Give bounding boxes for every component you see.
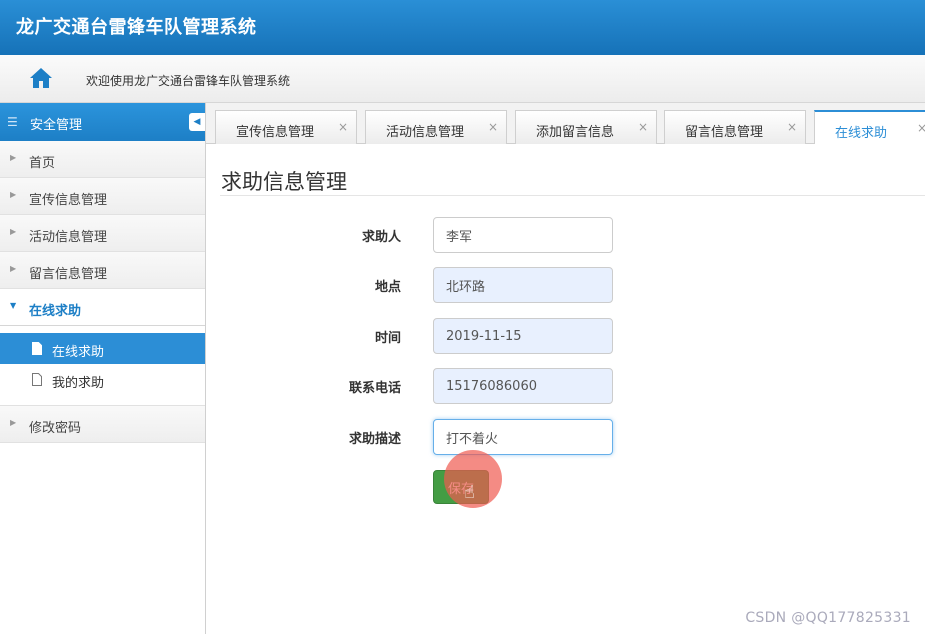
- subitem-label: 在线求助: [52, 345, 105, 360]
- sidebar-item-label: 首页: [29, 156, 56, 171]
- form-row-location: 地点: [206, 267, 925, 303]
- list-icon: ☰: [7, 115, 18, 129]
- description-field[interactable]: [433, 419, 613, 455]
- collapse-sidebar-icon[interactable]: ◀: [189, 113, 205, 131]
- field-label: 联系电话: [348, 381, 401, 396]
- document-icon: [32, 342, 42, 355]
- save-button[interactable]: 保存: [433, 470, 489, 504]
- tab-activities[interactable]: 活动信息管理 ×: [365, 110, 507, 144]
- top-header: 龙广交通台雷锋车队管理系统: [0, 0, 925, 55]
- requester-field[interactable]: [433, 217, 613, 253]
- tab-label: 添加留言信息: [536, 125, 615, 140]
- tab-add-message[interactable]: 添加留言信息 ×: [515, 110, 657, 144]
- close-icon[interactable]: ×: [338, 120, 348, 134]
- form-row-time: 时间: [206, 318, 925, 354]
- sidebar-item-online-help[interactable]: ▼ 在线求助: [0, 289, 205, 326]
- sidebar-header: ☰ 安全管理 ◀: [0, 103, 205, 141]
- tab-label: 宣传信息管理: [236, 125, 315, 140]
- form-row-phone: 联系电话: [206, 368, 925, 404]
- close-icon[interactable]: ×: [638, 120, 648, 134]
- online-help-submenu: 在线求助 我的求助: [0, 326, 205, 406]
- tab-label: 在线求助: [835, 126, 888, 141]
- phone-field[interactable]: [433, 368, 613, 404]
- tab-label: 留言信息管理: [685, 125, 764, 140]
- sidebar-header-label: 安全管理: [30, 118, 83, 133]
- subitem-online-help[interactable]: 在线求助: [0, 333, 205, 364]
- tab-bar: 宣传信息管理 × 活动信息管理 × 添加留言信息 × 留言信息管理 × 在线求助…: [206, 103, 925, 145]
- field-label: 地点: [374, 280, 401, 295]
- caret-right-icon: ▶: [10, 264, 17, 273]
- time-field[interactable]: [433, 318, 613, 354]
- sidebar-item-change-password[interactable]: ▶ 修改密码: [0, 406, 205, 443]
- document-icon: [32, 373, 42, 386]
- close-icon[interactable]: ×: [488, 120, 498, 134]
- caret-right-icon: ▶: [10, 418, 17, 427]
- caret-down-icon: ▼: [10, 301, 17, 310]
- subitem-label: 我的求助: [52, 376, 105, 391]
- field-label: 时间: [374, 331, 401, 346]
- sidebar-item-label: 活动信息管理: [29, 230, 108, 245]
- tab-messages[interactable]: 留言信息管理 ×: [664, 110, 806, 144]
- welcome-message: 欢迎使用龙广交通台雷锋车队管理系统: [86, 74, 291, 88]
- page-title: 求助信息管理: [221, 170, 347, 194]
- tab-publicity[interactable]: 宣传信息管理 ×: [215, 110, 357, 144]
- field-label: 求助描述: [348, 432, 401, 447]
- sidebar-item-messages[interactable]: ▶ 留言信息管理: [0, 252, 205, 289]
- sidebar-item-label: 留言信息管理: [29, 267, 108, 282]
- sidebar-item-label: 在线求助: [29, 304, 82, 319]
- main-content: 求助信息管理 求助人 地点 时间 联系电话 求助描述 保存 ☝ CSDN @QQ…: [206, 144, 925, 634]
- subitem-my-help[interactable]: 我的求助: [0, 364, 205, 395]
- close-icon[interactable]: ×: [787, 120, 797, 134]
- form-row-requester: 求助人: [206, 217, 925, 253]
- close-icon[interactable]: ×: [917, 121, 925, 135]
- sidebar-item-home[interactable]: ▶ 首页: [0, 141, 205, 178]
- welcome-bar: 欢迎使用龙广交通台雷锋车队管理系统: [0, 55, 925, 103]
- app-title: 龙广交通台雷锋车队管理系统: [16, 17, 257, 38]
- form-row-description: 求助描述: [206, 419, 925, 455]
- tab-online-help[interactable]: 在线求助 ×: [814, 110, 925, 145]
- field-label: 求助人: [361, 230, 401, 245]
- sidebar-item-publicity[interactable]: ▶ 宣传信息管理: [0, 178, 205, 215]
- sidebar-item-label: 修改密码: [29, 421, 82, 436]
- caret-right-icon: ▶: [10, 227, 17, 236]
- sidebar: ☰ 安全管理 ◀ ▶ 首页 ▶ 宣传信息管理 ▶ 活动信息管理 ▶ 留言信息管理…: [0, 103, 206, 634]
- home-icon[interactable]: [28, 66, 54, 90]
- caret-right-icon: ▶: [10, 153, 17, 162]
- watermark: CSDN @QQ177825331: [745, 610, 911, 626]
- sidebar-item-activities[interactable]: ▶ 活动信息管理: [0, 215, 205, 252]
- tab-label: 活动信息管理: [386, 125, 465, 140]
- location-field[interactable]: [433, 267, 613, 303]
- divider: [220, 195, 925, 196]
- sidebar-item-label: 宣传信息管理: [29, 193, 108, 208]
- caret-right-icon: ▶: [10, 190, 17, 199]
